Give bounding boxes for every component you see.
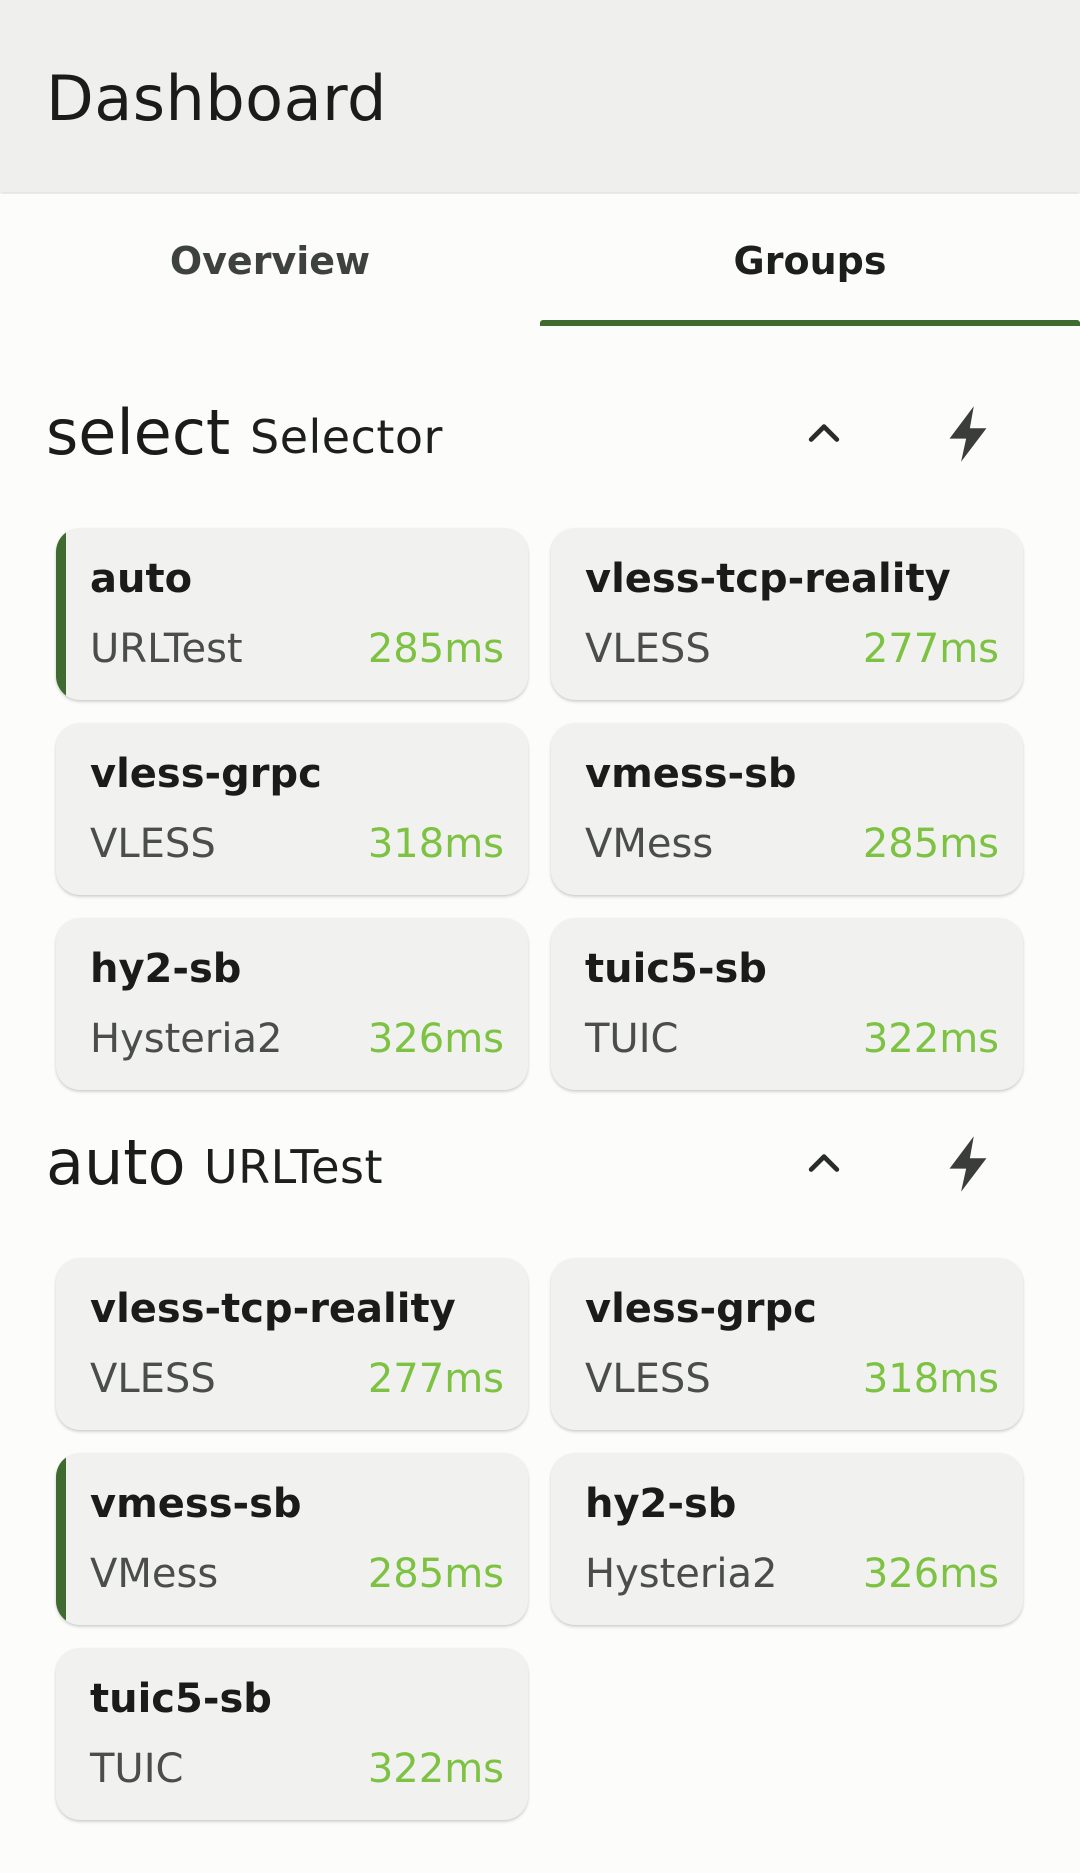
proxy-type: VLESS [90, 821, 216, 867]
proxy-name: vless-grpc [585, 1286, 817, 1332]
proxy-delay: 285ms [367, 1551, 504, 1597]
proxy-type: VLESS [585, 1356, 711, 1402]
proxy-name: hy2-sb [90, 946, 242, 992]
proxy-name: auto [90, 556, 193, 602]
proxy-type: VMess [90, 1551, 219, 1597]
group-name: auto [46, 1126, 186, 1199]
proxy-type: Hysteria2 [90, 1016, 283, 1062]
proxy-type: URLTest [90, 626, 243, 672]
proxy-name: vmess-sb [585, 751, 797, 797]
proxy-type: TUIC [585, 1016, 679, 1062]
proxy-name: vmess-sb [90, 1481, 302, 1527]
group-name: select [46, 396, 231, 469]
app-bar: Dashboard [0, 0, 1080, 192]
proxy-delay: 318ms [862, 1356, 999, 1402]
proxy-type: TUIC [90, 1746, 184, 1792]
proxy-name: vless-tcp-reality [585, 556, 951, 602]
proxy-type: VMess [585, 821, 714, 867]
tab-overview[interactable]: Overview [0, 194, 540, 328]
proxy-delay: 277ms [862, 626, 999, 672]
proxy-card[interactable]: vless-tcp-reality VLESS 277ms [56, 1258, 528, 1430]
proxy-delay: 285ms [862, 821, 999, 867]
proxy-card[interactable]: hy2-sb Hysteria2 326ms [551, 1453, 1023, 1625]
lightning-bolt-icon[interactable] [926, 392, 1010, 476]
page-title: Dashboard [46, 62, 387, 135]
proxy-delay: 318ms [367, 821, 504, 867]
proxy-delay: 322ms [367, 1746, 504, 1792]
proxy-name: tuic5-sb [585, 946, 767, 992]
proxy-delay: 326ms [862, 1551, 999, 1597]
proxy-type: VLESS [90, 1356, 216, 1402]
proxy-name: vless-grpc [90, 751, 322, 797]
proxy-type: Hysteria2 [585, 1551, 778, 1597]
proxy-card[interactable]: vmess-sb VMess 285ms [56, 1453, 528, 1625]
proxy-name: vless-tcp-reality [90, 1286, 456, 1332]
group-header-select: select Selector [0, 382, 1080, 492]
group-type: Selector [250, 410, 443, 464]
proxy-name: tuic5-sb [90, 1676, 272, 1722]
proxy-delay: 285ms [367, 626, 504, 672]
proxy-card[interactable]: vless-grpc VLESS 318ms [551, 1258, 1023, 1430]
chevron-up-icon[interactable] [782, 392, 866, 476]
tab-groups[interactable]: Groups [540, 194, 1080, 328]
proxy-card[interactable]: auto URLTest 285ms [56, 528, 528, 700]
proxy-name: hy2-sb [585, 1481, 737, 1527]
tab-indicator [540, 320, 1080, 326]
proxy-delay: 277ms [367, 1356, 504, 1402]
chevron-up-icon[interactable] [782, 1122, 866, 1206]
proxy-card[interactable]: tuic5-sb TUIC 322ms [56, 1648, 528, 1820]
proxy-card[interactable]: vless-tcp-reality VLESS 277ms [551, 528, 1023, 700]
proxy-card[interactable]: tuic5-sb TUIC 322ms [551, 918, 1023, 1090]
lightning-bolt-icon[interactable] [926, 1122, 1010, 1206]
proxy-card[interactable]: vless-grpc VLESS 318ms [56, 723, 528, 895]
group-type: URLTest [204, 1140, 384, 1194]
group-header-auto: auto URLTest [0, 1112, 1080, 1222]
tab-bar: Overview Groups [0, 194, 1080, 328]
proxy-card[interactable]: hy2-sb Hysteria2 326ms [56, 918, 528, 1090]
proxy-delay: 326ms [367, 1016, 504, 1062]
proxy-delay: 322ms [862, 1016, 999, 1062]
proxy-card[interactable]: vmess-sb VMess 285ms [551, 723, 1023, 895]
proxy-type: VLESS [585, 626, 711, 672]
